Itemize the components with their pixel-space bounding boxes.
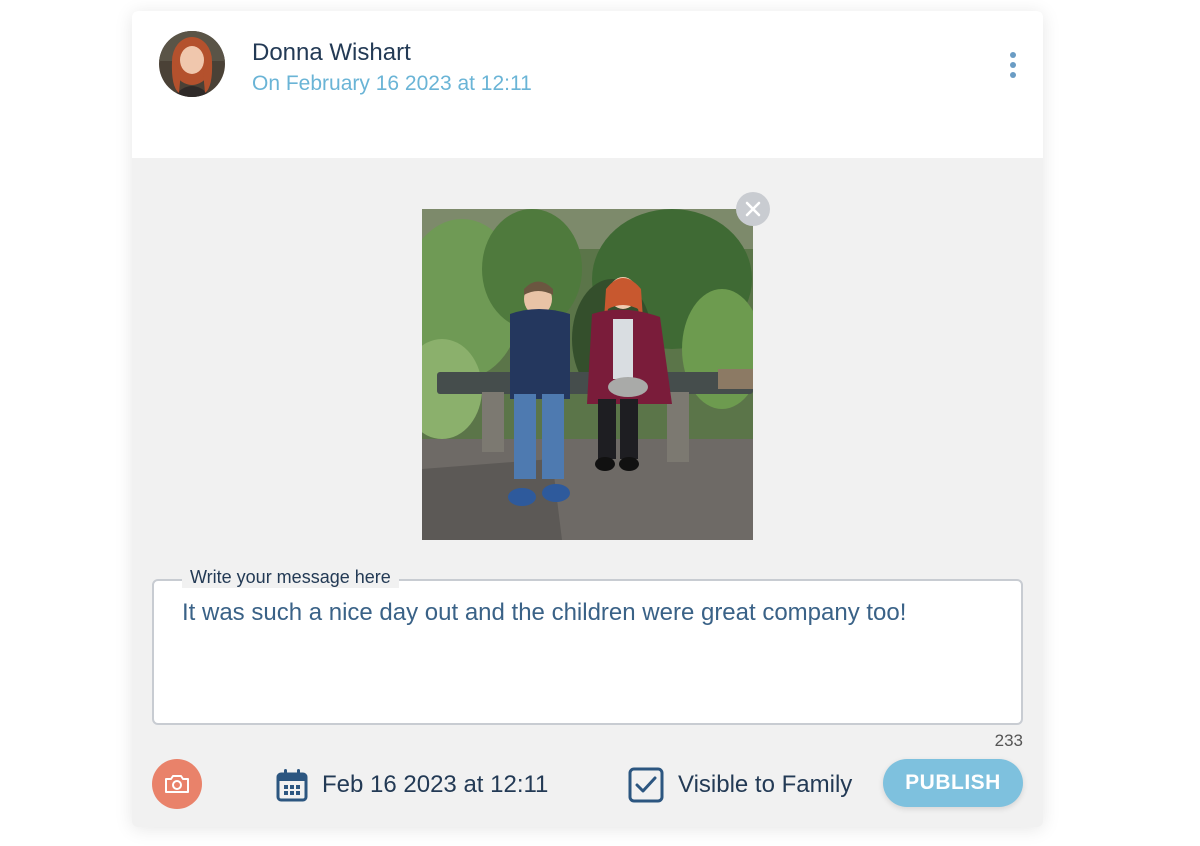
photo-image [422, 209, 753, 540]
message-text: It was such a nice day out and the child… [182, 599, 907, 626]
visibility-checkbox[interactable]: Visible to Family [628, 767, 852, 803]
character-count: 233 [994, 731, 1023, 750]
message-label: Write your message here [182, 567, 399, 588]
publish-button[interactable]: PUBLISH [883, 759, 1023, 807]
more-options-button[interactable] [1002, 47, 1024, 83]
camera-icon [165, 775, 189, 793]
date-value: Feb 16 2023 at 12:11 [322, 771, 549, 798]
more-vertical-icon-dot [1010, 62, 1016, 68]
message-textarea[interactable]: It was such a nice day out and the child… [152, 579, 1023, 725]
checkbox-checked-icon [628, 767, 664, 803]
close-icon [745, 201, 761, 217]
post-composer-card: Donna Wishart On February 16 2023 at 12:… [132, 11, 1043, 827]
calendar-icon [276, 769, 308, 802]
date-picker[interactable]: Feb 16 2023 at 12:11 [276, 767, 548, 803]
more-vertical-icon [1010, 52, 1016, 58]
author-name: Donna Wishart [252, 39, 411, 66]
post-header: Donna Wishart On February 16 2023 at 12:… [132, 11, 1043, 158]
post-date: On February 16 2023 at 12:11 [252, 72, 532, 95]
more-vertical-icon-dot [1010, 72, 1016, 78]
remove-photo-button[interactable] [736, 192, 770, 226]
add-photo-button[interactable] [152, 759, 202, 809]
avatar [159, 31, 225, 97]
attached-photo [422, 209, 753, 540]
visibility-label: Visible to Family [678, 771, 853, 798]
